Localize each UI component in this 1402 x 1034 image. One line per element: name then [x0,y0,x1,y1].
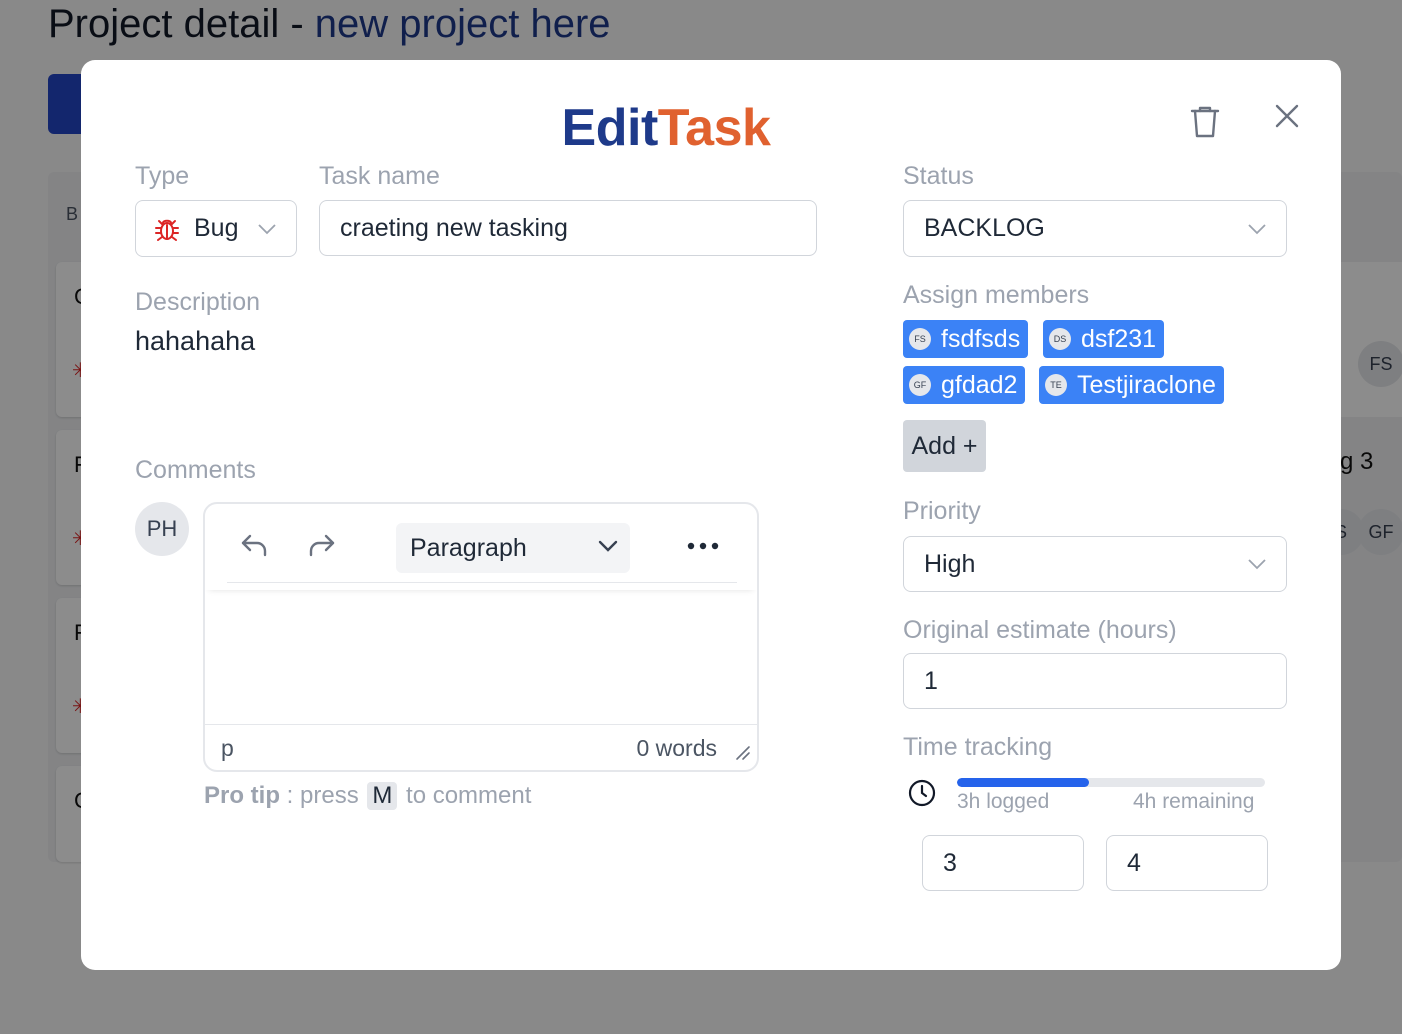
comment-input[interactable] [205,592,757,724]
chevron-down-icon [1248,559,1266,570]
resize-icon [736,746,750,760]
close-icon [1275,104,1299,128]
task-name-input[interactable]: craeting new tasking [319,200,817,256]
block-type-value: Paragraph [410,533,527,562]
redo-button[interactable] [305,530,337,567]
priority-label: Priority [903,497,981,525]
editor-toolbar: Paragraph [205,504,757,590]
avatar: GF [909,374,931,396]
time-progress-fill [957,778,1090,787]
chevron-down-icon [258,223,276,234]
avatar: FS [909,328,931,350]
avatar: TE [1045,374,1067,396]
trash-icon [1190,106,1220,138]
close-button[interactable] [1269,98,1305,134]
estimate-label: Original estimate (hours) [903,616,1177,644]
time-tracking-label: Time tracking [903,733,1053,761]
avatar: DS [1049,328,1071,350]
resize-handle[interactable] [735,745,751,766]
edit-task-modal: EditTask Type Bug Task name craeting new… [81,60,1341,970]
estimate-input[interactable]: 1 [903,653,1287,709]
clock-icon [907,778,937,813]
delete-task-button[interactable] [1187,102,1223,142]
status-label: Status [903,162,974,190]
element-path: p [221,735,234,761]
undo-button[interactable] [239,530,271,567]
comment-editor: Paragraph p 0 words [203,502,759,772]
toolbar-divider [227,582,737,583]
block-type-select[interactable]: Paragraph [396,523,630,573]
type-select[interactable]: Bug [135,200,297,257]
bug-icon [154,216,180,242]
avatar: PH [135,502,189,556]
time-logged-input[interactable]: 3 [922,835,1084,891]
priority-select[interactable]: High [903,536,1287,592]
redo-icon [309,534,335,557]
description-text[interactable]: hahahaha [135,326,255,357]
add-member-button[interactable]: Add + [903,420,986,472]
member-tag[interactable]: FS fsdfsds [903,320,1029,358]
type-label: Type [135,162,190,190]
status-select[interactable]: BACKLOG [903,200,1287,257]
word-count: 0 words [636,735,717,761]
logged-text: 3h logged [957,790,1050,813]
assign-members-label: Assign members [903,281,1090,309]
chevron-down-icon [1248,223,1266,234]
undo-icon [241,534,267,557]
time-progress-bar [957,778,1265,787]
status-value: BACKLOG [924,214,1045,242]
time-remaining-input[interactable]: 4 [1106,835,1268,891]
modal-title: EditTask [561,99,771,157]
task-name-label: Task name [319,162,440,190]
type-value: Bug [194,214,239,242]
description-label: Description [135,288,261,316]
member-tag[interactable]: TE Testjiraclone [1039,366,1224,404]
more-icon [687,542,719,550]
chevron-down-icon [598,540,618,552]
shortcut-key: M [367,782,398,810]
member-tag[interactable]: GF gfdad2 [903,366,1026,404]
priority-value: High [924,549,976,578]
more-options-button[interactable] [687,538,719,556]
member-tag[interactable]: DS dsf231 [1043,320,1165,358]
pro-tip: Pro tip : press M to comment [204,782,532,810]
editor-statusbar: p 0 words [205,724,757,770]
remaining-text: 4h remaining [1133,790,1255,813]
comments-label: Comments [135,456,256,484]
